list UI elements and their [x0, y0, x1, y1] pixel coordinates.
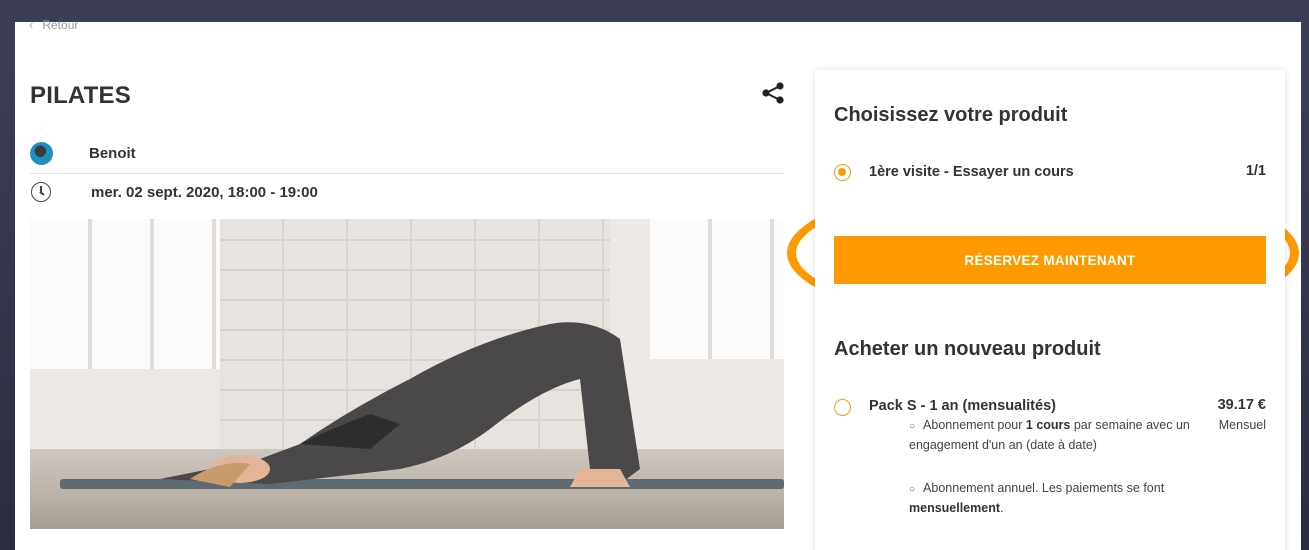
- current-product-count: 1/1: [1245, 163, 1266, 179]
- share-icon[interactable]: [761, 82, 785, 104]
- instructor-row: Benoit: [30, 134, 784, 174]
- instructor-name: Benoit: [89, 145, 136, 162]
- price-amount: 39.17 €: [1217, 397, 1266, 413]
- event-datetime: mer. 02 sept. 2020, 18:00 - 19:00: [91, 183, 318, 201]
- datetime-row: mer. 02 sept. 2020, 18:00 - 19:00: [30, 172, 784, 212]
- detail-bold: mensuellement: [909, 501, 1001, 515]
- product-radio-pack-s[interactable]: [834, 399, 851, 416]
- pilates-figure: [150, 319, 650, 489]
- clock-icon: [31, 182, 51, 202]
- back-label: Retour: [42, 17, 79, 32]
- bullet-icon: ○: [909, 421, 916, 432]
- detail-text: Abonnement annuel. Les paiements se font: [923, 481, 1165, 495]
- product-detail-2: ○ Abonnement annuel. Les paiements se fon…: [909, 479, 1209, 517]
- booking-panel: Choisissez votre produit 1ère visite - E…: [815, 70, 1285, 550]
- detail-text: .: [1000, 501, 1004, 515]
- page-title: PILATES: [30, 82, 131, 109]
- current-product-label: 1ère visite - Essayer un cours: [869, 164, 1074, 180]
- detail-bold: 1 cours: [1025, 418, 1071, 432]
- choose-product-heading: Choisissez votre produit: [834, 104, 1068, 126]
- class-photo: [30, 219, 784, 529]
- bullet-icon: ○: [909, 484, 916, 495]
- product-label-pack-s: Pack S - 1 an (mensualités): [869, 398, 1056, 414]
- price-period: Mensuel: [1218, 418, 1266, 432]
- avatar: [30, 142, 53, 165]
- chevron-left-icon: ‹: [29, 17, 34, 32]
- reserve-now-button[interactable]: RÉSERVEZ MAINTENANT: [834, 236, 1266, 284]
- buy-product-heading: Acheter un nouveau produit: [834, 338, 1101, 360]
- window-right: [650, 219, 784, 359]
- product-detail-1: ○ Abonnement pour 1 cours par semaine ave…: [909, 416, 1209, 454]
- product-price-pack-s: 39.17 € Mensuel: [1218, 397, 1266, 432]
- product-radio-selected[interactable]: [834, 164, 851, 181]
- back-link[interactable]: ‹ Retour: [29, 17, 78, 32]
- detail-text: Abonnement pour: [923, 418, 1026, 432]
